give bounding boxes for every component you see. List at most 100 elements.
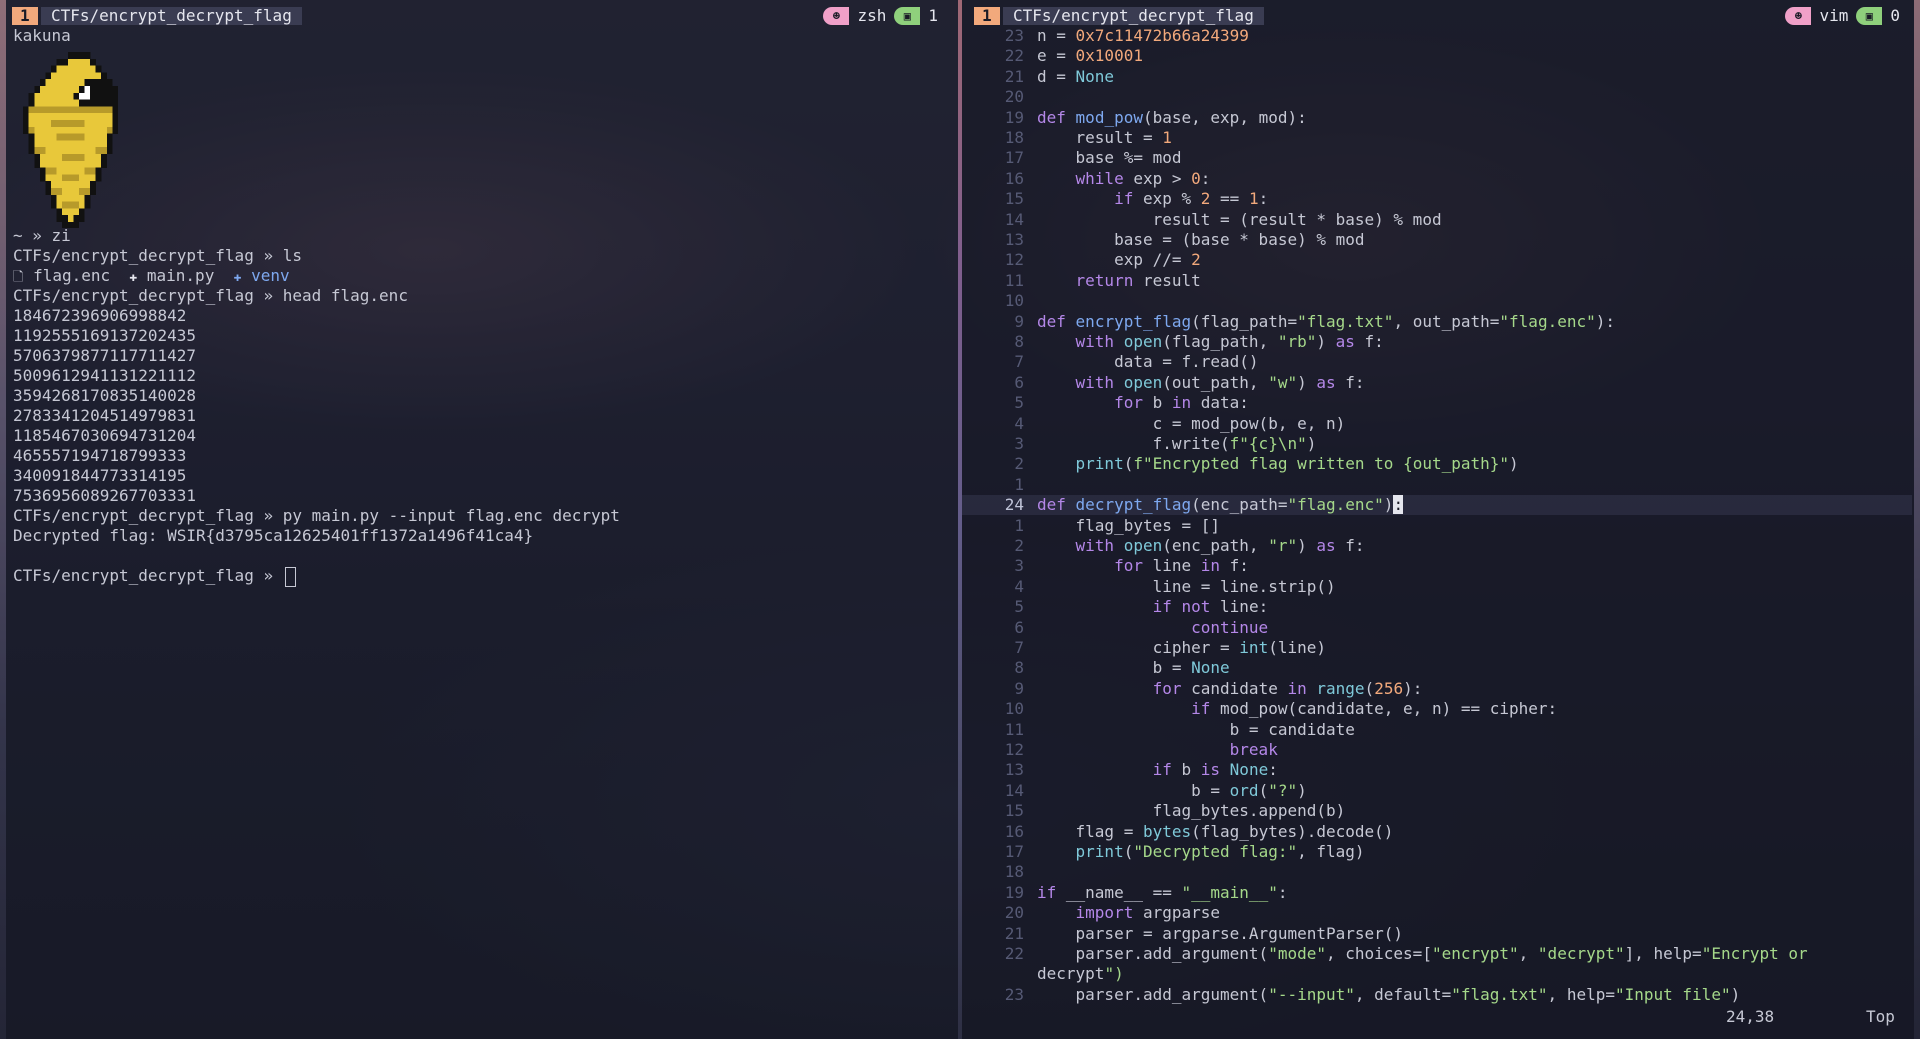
kakuna-sprite-image (23, 52, 119, 228)
sprite-pixel (73, 58, 80, 66)
sprite-pixel (84, 188, 91, 195)
code-line[interactable]: 13 base = (base * base) % mod (962, 230, 1912, 250)
code-line[interactable]: 18 result = 1 (962, 128, 1912, 148)
code-line[interactable]: 14 result = (result * base) % mod (962, 210, 1912, 230)
code-line[interactable]: 20 (962, 87, 1912, 107)
code-line[interactable]: 17 base %= mod (962, 148, 1912, 168)
sprite-pixel (56, 140, 63, 148)
sprite-pixel (62, 120, 68, 127)
code-line-current[interactable]: 24 def decrypt_flag(enc_path="flag.enc"): (962, 495, 1912, 516)
line-number: 2 (1014, 454, 1024, 474)
code-line[interactable]: 23 n = 0x7c11472b66a24399 (962, 26, 1912, 46)
sprite-pixel (56, 106, 63, 114)
terminal-cursor[interactable] (284, 566, 296, 587)
code-line[interactable]: 21 d = None (962, 67, 1912, 87)
code-line[interactable]: 6 continue (962, 618, 1912, 638)
code-line[interactable]: 19 if __name__ == "__main__": (962, 883, 1912, 903)
sprite-pixel (90, 113, 96, 121)
line-number: 4 (1014, 413, 1024, 433)
code-line[interactable]: 19 def mod_pow(base, exp, mod): (962, 108, 1912, 128)
window-title[interactable]: CTFs/encrypt_decrypt_flag (1003, 7, 1264, 25)
code-line[interactable]: 22 e = 0x10001 (962, 46, 1912, 66)
code-line[interactable]: 22 parser.add_argument("mode", choices=[… (962, 944, 1912, 964)
sprite-pixel (78, 99, 85, 107)
code-line[interactable]: 21 parser = argparse.ArgumentParser() (962, 924, 1912, 944)
sprite-pixel (78, 65, 85, 73)
code-line[interactable]: 23 parser.add_argument("--input", defaul… (962, 985, 1912, 1005)
code-line[interactable]: 16 while exp > 0: (962, 169, 1912, 189)
code-line[interactable]: 15 if exp % 2 == 1: (962, 189, 1912, 209)
sprite-pixel (28, 99, 35, 107)
code-line[interactable]: 6 with open(out_path, "w") as f: (962, 373, 1912, 393)
sprite-pixel (67, 65, 74, 73)
code-line[interactable]: 8 with open(flag_path, "rb") as f: (962, 332, 1912, 352)
code-line[interactable]: 3 for line in f: (962, 556, 1912, 576)
sprite-pixel (78, 113, 85, 121)
window-index-badge[interactable]: 1 (12, 7, 38, 25)
code-line[interactable]: 1 (962, 475, 1912, 495)
line-number: 24 (1004, 495, 1024, 515)
window-index-badge[interactable]: 1 (974, 7, 1000, 25)
prompt-line[interactable]: CTFs/encrypt_decrypt_flag » (13, 566, 296, 587)
sprite-pixel (45, 167, 52, 175)
sprite-pixel (45, 99, 52, 107)
code-line[interactable]: 12 exp //= 2 (962, 250, 1912, 270)
code-line[interactable]: 15 flag_bytes.append(b) (962, 801, 1912, 821)
code-line[interactable]: 12 break (962, 740, 1912, 760)
line-number: 15 (1004, 801, 1024, 821)
code-line[interactable]: 5 for b in data: (962, 393, 1912, 413)
sprite-pixel (45, 120, 52, 127)
code-line[interactable]: 2 with open(enc_path, "r") as f: (962, 536, 1912, 556)
code-line[interactable]: 13 if b is None: (962, 760, 1912, 780)
code-line[interactable]: 1 flag_bytes = [] (962, 516, 1912, 536)
code-line[interactable]: 8 b = None (962, 658, 1912, 678)
code-line[interactable]: 10 if mod_pow(candidate, e, n) == cipher… (962, 699, 1912, 719)
sprite-pixel (101, 147, 107, 155)
sprite-pixel (112, 99, 119, 107)
code-line[interactable]: 4 c = mod_pow(b, e, n) (962, 414, 1912, 434)
editor-pane-vim[interactable]: 1 CTFs/encrypt_decrypt_flag ☻ vim ▣ 0 23… (962, 0, 1920, 1039)
sprite-pixel (112, 86, 119, 93)
terminal-line: 465557194718799333 (13, 446, 187, 465)
line-number: 1 (1014, 515, 1024, 535)
line-number: 12 (1004, 740, 1024, 759)
line-number: 10 (1004, 291, 1024, 311)
sprite-pixel (39, 140, 46, 148)
code-line[interactable]: 9 for candidate in range(256): (962, 679, 1912, 699)
code-line[interactable]: decrypt") (962, 964, 1912, 984)
code-text: b = ord("?") (1037, 780, 1307, 800)
code-line[interactable]: 7 cipher = int(line) (962, 638, 1912, 658)
code-line[interactable]: 10 (962, 291, 1912, 311)
sprite-pixel (39, 147, 46, 155)
sprite-pixel (62, 215, 68, 223)
code-line[interactable]: 18 (962, 862, 1912, 882)
code-line[interactable]: 2 print(f"Encrypted flag written to {out… (962, 454, 1912, 474)
code-line[interactable]: 3 f.write(f"{c}\n") (962, 434, 1912, 454)
sprite-pixel (34, 160, 41, 168)
sprite-pixel (90, 99, 96, 107)
terminal-pane-zsh[interactable]: 1 CTFs/encrypt_decrypt_flag ☻ zsh ▣ 1 ka… (0, 0, 958, 1039)
code-text: if __name__ == "__main__": (1037, 882, 1288, 902)
sprite-pixel (62, 72, 68, 80)
cursor-position: 24,38 (1726, 1007, 1775, 1026)
code-text: def mod_pow(base, exp, mod): (1037, 107, 1307, 127)
code-buffer[interactable]: 23 n = 0x7c11472b66a24399 22 e = 0x10001 21 d… (962, 26, 1912, 1004)
sprite-pixel (84, 58, 91, 66)
code-line[interactable]: 16 flag = bytes(flag_bytes).decode() (962, 822, 1912, 842)
window-title[interactable]: CTFs/encrypt_decrypt_flag (41, 7, 302, 25)
code-line[interactable]: 4 line = line.strip() (962, 577, 1912, 597)
sprite-pixel (51, 79, 57, 87)
terminal-line: 7536956089267703331 (13, 486, 197, 505)
code-line[interactable]: 11 return result (962, 271, 1912, 291)
sprite-pixel (101, 106, 107, 114)
code-line[interactable]: 5 if not line: (962, 597, 1912, 617)
code-line[interactable]: 17 print("Decrypted flag:", flag) (962, 842, 1912, 862)
code-line[interactable]: 11 b = candidate (962, 720, 1912, 740)
code-line[interactable]: 14 b = ord("?") (962, 781, 1912, 801)
sprite-pixel (23, 106, 29, 114)
sprite-pixel (62, 99, 68, 107)
code-line[interactable]: 20 import argparse (962, 903, 1912, 923)
code-line[interactable]: 9 def encrypt_flag(flag_path="flag.txt", … (962, 312, 1912, 332)
sprite-pixel (84, 120, 91, 127)
code-line[interactable]: 7 data = f.read() (962, 352, 1912, 372)
